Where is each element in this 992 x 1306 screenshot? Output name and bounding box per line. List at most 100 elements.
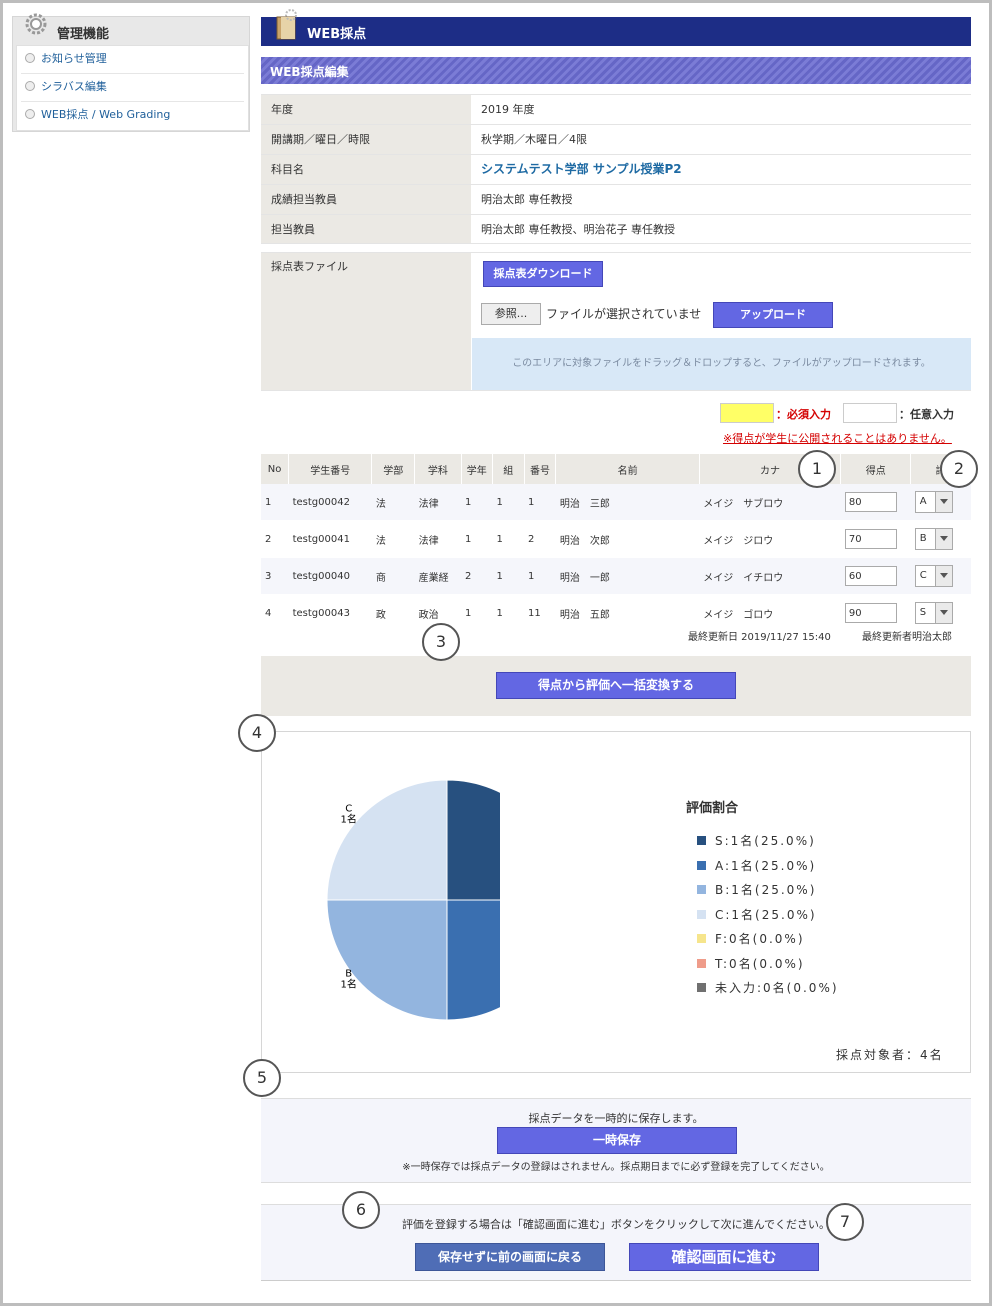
legend-item: B:1名(25.0%): [715, 883, 817, 897]
divider: [21, 101, 244, 102]
chevron-down-icon: [934, 492, 952, 512]
legend-item: 未入力:0名(0.0%): [715, 981, 839, 995]
chevron-down-icon: [934, 566, 952, 586]
col-dept: 学科: [414, 454, 462, 484]
col-score: 得点: [840, 454, 912, 484]
bullet-icon: [25, 53, 35, 63]
col-group: 組: [492, 454, 525, 484]
sidebar-item-web-grading[interactable]: WEB採点 / Web Grading: [25, 107, 170, 123]
legend-swatch: [697, 934, 706, 943]
info-value: 秋学期／木曜日／4限: [481, 133, 587, 146]
section-title: WEB採点編集: [270, 65, 349, 79]
optional-swatch: [843, 403, 897, 423]
bullet-icon: [25, 109, 35, 119]
legend-swatch: [697, 909, 706, 919]
table-row: 1 testg00042 法法律 1 1 1 明治 三郎 メイジ サブロウ 80 A: [261, 484, 971, 521]
info-value: 明治太郎 専任教授、明治花子 専任教授: [481, 223, 675, 236]
info-value: 2019 年度: [481, 103, 535, 116]
book-icon: [276, 9, 297, 40]
legend-swatch: [697, 836, 706, 845]
chevron-down-icon: [934, 603, 952, 623]
info-label: 年度: [261, 95, 471, 124]
pie-slice-B: [326, 899, 448, 1021]
grade-select[interactable]: C: [914, 565, 953, 587]
pie-slice-S: [446, 779, 500, 901]
callout-5: 5: [243, 1059, 281, 1097]
callout-2: 2: [940, 450, 978, 488]
info-row-term: 開講期／曜日／時限 秋学期／木曜日／4限: [261, 124, 971, 154]
legend-swatch: [697, 958, 706, 968]
pie-label: C: [345, 804, 352, 815]
legend-item: S:1名(25.0%): [715, 834, 816, 848]
pie-chart: S1名A1名B1名C1名: [326, 779, 500, 1021]
legend-item: A:1名(25.0%): [715, 858, 817, 873]
callout-1: 1: [798, 450, 836, 488]
sidebar-menu: お知らせ管理 シラバス編集 WEB採点 / Web Grading: [16, 45, 249, 131]
legend-swatch: [697, 860, 706, 870]
grade-table: No 学生番号 学部 学科 学年 組 番号 名前 カナ 得点 評 1testg0…: [261, 454, 971, 632]
back-button[interactable]: 保存せずに前の画面に戻る: [415, 1243, 605, 1271]
gear-icon: [25, 13, 47, 35]
temp-save-button[interactable]: 一時保存: [497, 1127, 737, 1154]
last-updated-by: 最終更新者明治太郎: [862, 632, 952, 643]
sidebar-item-syllabus[interactable]: シラバス編集: [25, 79, 107, 95]
col-year: 学年: [461, 454, 494, 484]
score-input[interactable]: 90: [844, 603, 897, 623]
browse-button[interactable]: 参照...: [481, 303, 541, 325]
info-label: 開講期／曜日／時限: [261, 125, 471, 154]
file-label: 採点表ファイル: [261, 253, 471, 390]
grade-select[interactable]: S: [914, 602, 953, 624]
pie-slice-A: [446, 899, 500, 1021]
pie-count-label: 1名: [341, 813, 357, 826]
upload-button[interactable]: アップロード: [713, 302, 833, 328]
last-updated: 最終更新日 2019/11/27 15:40: [688, 632, 831, 643]
sidebar: 管理機能 お知らせ管理 シラバス編集 WEB採点 / Web Grading: [12, 13, 250, 132]
legend-swatch: [697, 885, 706, 894]
pie-label: B: [345, 968, 352, 979]
callout-6: 6: [342, 1191, 380, 1229]
score-input[interactable]: 60: [844, 566, 897, 586]
callout-4: 4: [238, 714, 276, 752]
info-value: 明治太郎 専任教授: [481, 193, 573, 206]
download-button[interactable]: 採点表ダウンロード: [483, 261, 603, 287]
info-label: 成績担当教員: [261, 185, 471, 214]
required-swatch: [720, 403, 774, 423]
legend-swatch: [697, 983, 706, 992]
convert-button[interactable]: 得点から評価へ一括変換する: [496, 672, 736, 699]
info-row-subject: 科目名 システムテスト学部 サンプル授業P2: [261, 154, 971, 184]
sidebar-item-news[interactable]: お知らせ管理: [25, 51, 107, 67]
pie-slice-C: [326, 779, 448, 901]
sidebar-title: 管理機能: [57, 27, 110, 42]
privacy-note: ※得点が学生に公開されることはありません。: [723, 432, 952, 445]
col-number: 番号: [524, 454, 557, 484]
callout-3: 3: [422, 623, 460, 661]
chart-title: 評価割合: [686, 801, 739, 816]
temp-save-note: 採点データを一時的に保存します。: [528, 1112, 704, 1125]
table-row: 2 testg00041 法法律 1 1 2 明治 次郎 メイジ ジロウ 70 B: [261, 520, 971, 558]
grade-select[interactable]: B: [914, 528, 953, 550]
grade-select[interactable]: A: [914, 491, 953, 513]
col-faculty: 学部: [371, 454, 416, 484]
col-no: No: [261, 454, 290, 484]
legend-item: C:1名(25.0%): [715, 907, 817, 922]
score-input[interactable]: 70: [844, 529, 897, 549]
bullet-icon: [25, 81, 35, 91]
pie-count-label: 1名: [341, 977, 357, 990]
confirm-button[interactable]: 確認画面に進む: [629, 1243, 819, 1271]
legend-item: T:0名(0.0%): [715, 956, 805, 971]
info-label: 担当教員: [261, 215, 471, 243]
dropzone[interactable]: このエリアに対象ファイルをドラッグ＆ドロップすると、ファイルがアップロードされま…: [472, 338, 971, 390]
section-header: WEB採点編集: [261, 57, 971, 84]
info-row-teachers: 担当教員 明治太郎 専任教授、明治花子 専任教授: [261, 214, 971, 244]
required-key: ：必須入力: [776, 408, 831, 421]
table-row: 4 testg00043 政政治 1 1 11 明治 五郎 メイジ ゴロウ 90 S: [261, 594, 971, 632]
table-header-row: No 学生番号 学部 学科 学年 組 番号 名前 カナ 得点 評: [261, 454, 971, 484]
legend-item: F:0名(0.0%): [715, 932, 805, 946]
table-row: 3 testg00040 商産業経 2 1 1 明治 一郎 メイジ イチロウ 60 C: [261, 557, 971, 595]
divider: [21, 73, 244, 74]
chevron-down-icon: [934, 529, 952, 549]
subject-name: システムテスト学部 サンプル授業P2: [481, 162, 682, 176]
callout-7: 7: [826, 1203, 864, 1241]
score-input[interactable]: 80: [844, 492, 897, 512]
page-header: WEB採点: [261, 9, 971, 46]
